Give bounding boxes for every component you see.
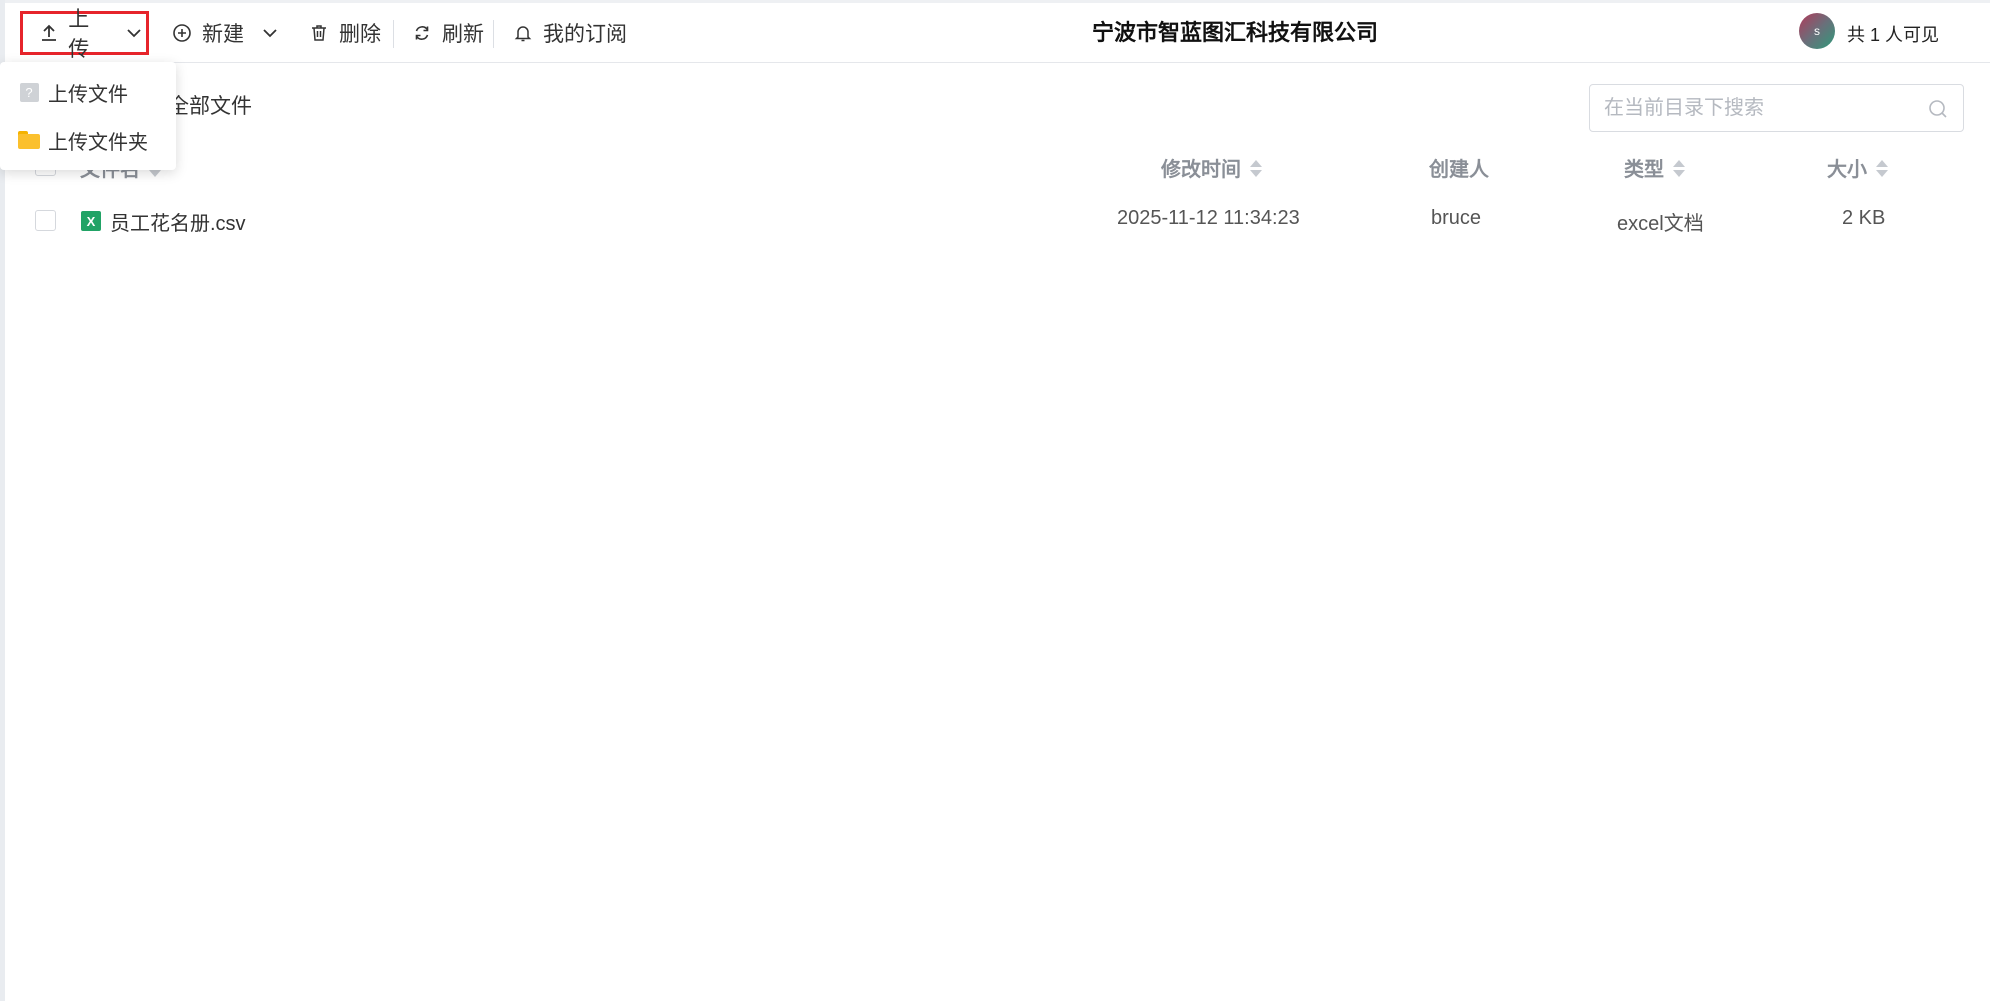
chevron-down-icon[interactable]: [123, 21, 146, 45]
new-button[interactable]: 新建: [170, 11, 282, 55]
avatar-initial: s: [1814, 24, 1820, 38]
file-unknown-icon: ?: [18, 81, 40, 103]
visibility-count[interactable]: 共 1 人可见: [1847, 21, 1939, 47]
upload-label: 上传: [68, 8, 90, 61]
my-subscriptions-label: 我的订阅: [543, 23, 627, 46]
folder-icon: [18, 129, 40, 151]
upload-icon: [37, 21, 60, 45]
table-row[interactable]: X 员工花名册.csv 2025-11-12 11:34:23 bruce ex…: [5, 200, 1990, 242]
chevron-down-icon[interactable]: [258, 21, 282, 45]
upload-file-menu-item[interactable]: ? 上传文件: [0, 68, 176, 116]
file-size: 2 KB: [1842, 207, 1886, 229]
upload-file-label: 上传文件: [48, 83, 128, 106]
upload-dropdown-menu: ? 上传文件 上传文件夹: [0, 62, 176, 170]
column-header-type[interactable]: 类型: [1624, 153, 1685, 182]
new-label: 新建: [202, 23, 244, 46]
column-header-creator: 创建人: [1429, 153, 1489, 182]
trash-icon: [307, 21, 331, 45]
column-modified-label: 修改时间: [1161, 159, 1241, 181]
toolbar-divider: [493, 20, 494, 48]
row-checkbox[interactable]: [35, 210, 56, 231]
modified-time: 2025-11-12 11:34:23: [1117, 207, 1300, 229]
breadcrumb-all-files[interactable]: 全部文件: [168, 95, 252, 118]
avatar[interactable]: s: [1799, 13, 1835, 49]
excel-file-icon: X: [81, 211, 101, 231]
plus-circle-icon: [170, 21, 194, 45]
file-name[interactable]: 员工花名册.csv: [110, 207, 246, 236]
breadcrumb[interactable]: 全部文件: [168, 90, 252, 120]
creator: bruce: [1431, 207, 1482, 229]
search-icon[interactable]: [1927, 98, 1949, 120]
bell-icon: [511, 21, 535, 45]
file-type: excel文档: [1617, 213, 1704, 235]
my-subscriptions-button[interactable]: 我的订阅: [511, 11, 627, 55]
column-header-size[interactable]: 大小: [1827, 153, 1888, 182]
sort-icon[interactable]: [1876, 158, 1888, 178]
delete-label: 删除: [339, 23, 381, 46]
refresh-label: 刷新: [442, 23, 484, 46]
upload-folder-label: 上传文件夹: [48, 131, 148, 154]
refresh-button[interactable]: 刷新: [410, 11, 484, 55]
search-box: [1589, 84, 1964, 132]
sort-icon[interactable]: [1250, 158, 1262, 178]
delete-button[interactable]: 删除: [307, 11, 381, 55]
column-header-modified[interactable]: 修改时间: [1161, 153, 1262, 182]
upload-folder-menu-item[interactable]: 上传文件夹: [0, 116, 176, 164]
refresh-icon: [410, 21, 434, 45]
column-creator-label: 创建人: [1429, 159, 1489, 181]
search-input[interactable]: [1604, 85, 1914, 131]
toolbar: 上传 新建 删除 刷新 我的订阅 宁波市智蓝图汇科技有限公司 s 共 1 人可见: [5, 3, 1990, 63]
sort-icon[interactable]: [1673, 158, 1685, 178]
column-size-label: 大小: [1827, 159, 1867, 181]
company-title: 宁波市智蓝图汇科技有限公司: [1091, 20, 1378, 45]
column-type-label: 类型: [1624, 159, 1664, 181]
upload-button[interactable]: 上传: [20, 8, 149, 61]
toolbar-divider: [393, 20, 394, 48]
excel-icon-glyph: X: [86, 213, 96, 229]
